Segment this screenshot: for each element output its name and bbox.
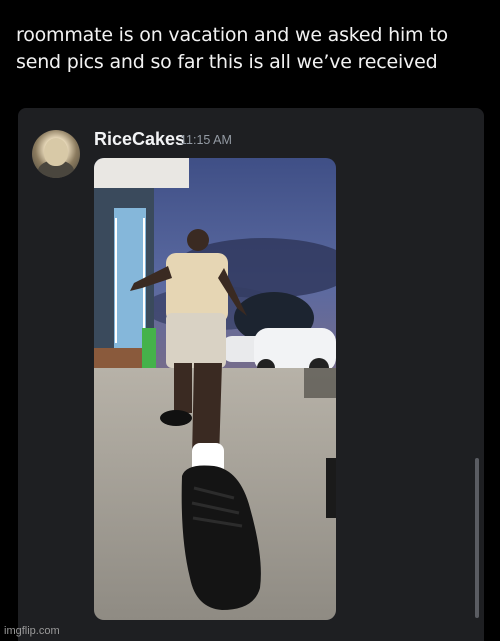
person-shorts bbox=[166, 313, 226, 368]
person-head bbox=[187, 229, 209, 251]
message-timestamp: 11:15 AM bbox=[180, 133, 232, 147]
curb bbox=[304, 368, 336, 398]
edge-object bbox=[326, 458, 336, 518]
awning bbox=[94, 158, 189, 188]
user-avatar[interactable] bbox=[32, 130, 80, 178]
window bbox=[114, 208, 146, 348]
post-caption: roommate is on vacation and we asked him… bbox=[16, 22, 486, 76]
person-shirt bbox=[166, 253, 228, 323]
caption-line-2: send pics and so far this is all we’ve r… bbox=[16, 51, 438, 73]
caption-line-1: roommate is on vacation and we asked him… bbox=[16, 24, 448, 46]
avatar-face-shape bbox=[44, 138, 68, 166]
person-leg bbox=[174, 363, 192, 413]
message-username[interactable]: RiceCakes bbox=[94, 129, 185, 150]
watermark: imgflip.com bbox=[4, 625, 60, 637]
chat-message-card: RiceCakes 11:15 AM bbox=[18, 108, 484, 641]
person-shoe bbox=[160, 410, 192, 426]
scrollbar[interactable] bbox=[475, 458, 479, 618]
photo-attachment[interactable] bbox=[94, 158, 336, 620]
photo-image bbox=[94, 158, 336, 620]
